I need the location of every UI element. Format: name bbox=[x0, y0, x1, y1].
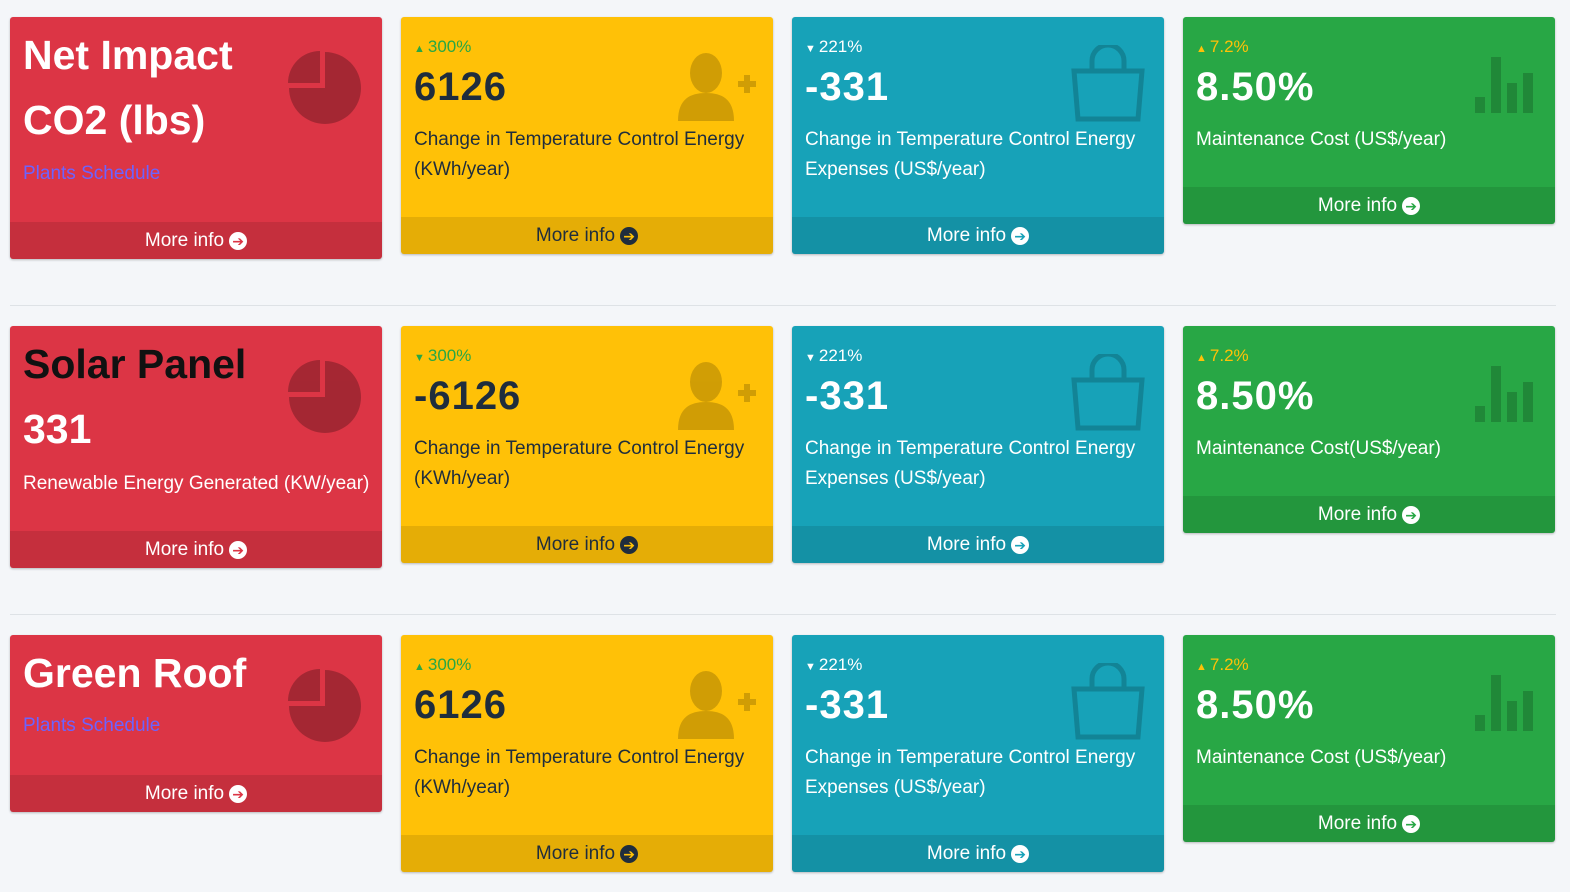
more-info-link[interactable]: More info ➔ bbox=[401, 217, 773, 254]
card-value: 8.50% bbox=[1196, 374, 1315, 418]
bar-chart-icon bbox=[1475, 675, 1533, 731]
percent-change: ▼ 221% bbox=[805, 346, 863, 365]
arrow-circle-right-icon: ➔ bbox=[620, 535, 639, 554]
caret-up-icon: ▲ bbox=[1196, 43, 1207, 55]
card-value: 6126 bbox=[414, 683, 507, 727]
caret-down-icon: ▼ bbox=[805, 352, 816, 364]
card-value: -331 bbox=[805, 65, 890, 109]
card-title: Net Impact bbox=[23, 32, 233, 78]
maintenance-cost-card: ▲ 7.2% 8.50% Maintenance Cost (US$/year) … bbox=[1183, 635, 1555, 842]
more-info-link[interactable]: More info ➔ bbox=[792, 217, 1164, 254]
percent-change: ▼ 221% bbox=[805, 655, 863, 674]
card-label: Change in Temperature Control Energy (KW… bbox=[414, 129, 745, 180]
energy-change-card: ▼ 300% -6126 Change in Temperature Contro… bbox=[401, 326, 773, 563]
more-info-link[interactable]: More info ➔ bbox=[401, 526, 773, 563]
user-plus-icon bbox=[678, 362, 756, 430]
arrow-circle-right-icon: ➔ bbox=[1011, 535, 1030, 554]
card-title: Solar Panel bbox=[23, 341, 247, 387]
caret-down-icon: ▼ bbox=[805, 661, 816, 673]
percent-change: ▲ 7.2% bbox=[1196, 346, 1249, 365]
card-label: Maintenance Cost (US$/year) bbox=[1196, 129, 1447, 150]
percent-change: ▲ 7.2% bbox=[1196, 655, 1249, 674]
caret-down-icon: ▼ bbox=[414, 352, 425, 364]
maintenance-cost-card: ▲ 7.2% 8.50% Maintenance Cost (US$/year) … bbox=[1183, 17, 1555, 224]
pie-chart-icon bbox=[288, 360, 361, 433]
card-label: Change in Temperature Control Energy Exp… bbox=[805, 129, 1136, 180]
bar-chart-icon bbox=[1475, 366, 1533, 422]
shopping-bag-icon bbox=[1071, 45, 1145, 122]
bar-chart-icon bbox=[1475, 57, 1533, 113]
energy-expense-card: ▼ 221% -331 Change in Temperature Control… bbox=[792, 635, 1164, 872]
energy-change-card: ▲ 300% 6126 Change in Temperature Control… bbox=[401, 17, 773, 254]
card-value: 6126 bbox=[414, 65, 507, 109]
arrow-circle-right-icon: ➔ bbox=[229, 231, 248, 250]
card-subtitle: CO2 (lbs) bbox=[23, 97, 206, 143]
plants-schedule-link[interactable]: Plants Schedule bbox=[23, 715, 160, 737]
card-value: -331 bbox=[805, 683, 890, 727]
arrow-circle-right-icon: ➔ bbox=[1402, 814, 1421, 833]
card-value: 331 bbox=[23, 406, 92, 452]
more-info-link[interactable]: More info ➔ bbox=[1183, 805, 1555, 842]
more-info-link[interactable]: More info ➔ bbox=[10, 775, 382, 812]
arrow-circle-right-icon: ➔ bbox=[1011, 226, 1030, 245]
card-label: Change in Temperature Control Energy (KW… bbox=[414, 438, 745, 489]
card-label: Change in Temperature Control Energy Exp… bbox=[805, 747, 1136, 798]
arrow-circle-right-icon: ➔ bbox=[229, 540, 248, 559]
card-label: Maintenance Cost(US$/year) bbox=[1196, 438, 1441, 459]
more-info-link[interactable]: More info ➔ bbox=[1183, 187, 1555, 224]
more-info-link[interactable]: More info ➔ bbox=[792, 835, 1164, 872]
more-info-link[interactable]: More info ➔ bbox=[401, 835, 773, 872]
caret-up-icon: ▲ bbox=[414, 661, 425, 673]
card-value: -331 bbox=[805, 374, 890, 418]
arrow-circle-right-icon: ➔ bbox=[229, 784, 248, 803]
percent-change: ▲ 300% bbox=[414, 655, 472, 674]
energy-expense-card: ▼ 221% -331 Change in Temperature Control… bbox=[792, 17, 1164, 254]
user-plus-icon bbox=[678, 671, 756, 739]
card-label: Maintenance Cost (US$/year) bbox=[1196, 747, 1447, 768]
row-separator bbox=[10, 614, 1556, 615]
more-info-link[interactable]: More info ➔ bbox=[1183, 496, 1555, 533]
maintenance-cost-card: ▲ 7.2% 8.50% Maintenance Cost(US$/year) M… bbox=[1183, 326, 1555, 533]
shopping-bag-icon bbox=[1071, 663, 1145, 740]
shopping-bag-icon bbox=[1071, 354, 1145, 431]
pie-chart-icon bbox=[288, 669, 361, 742]
card-label: Change in Temperature Control Energy (KW… bbox=[414, 747, 745, 798]
card-value: 8.50% bbox=[1196, 683, 1315, 727]
net-impact-card: Net Impact CO2 (lbs) Plants Schedule Mor… bbox=[10, 17, 382, 259]
arrow-circle-right-icon: ➔ bbox=[620, 226, 639, 245]
percent-change: ▲ 300% bbox=[414, 37, 472, 56]
more-info-link[interactable]: More info ➔ bbox=[10, 222, 382, 259]
arrow-circle-right-icon: ➔ bbox=[1011, 844, 1030, 863]
card-value: -6126 bbox=[414, 374, 522, 418]
energy-change-card: ▲ 300% 6126 Change in Temperature Control… bbox=[401, 635, 773, 872]
arrow-circle-right-icon: ➔ bbox=[620, 844, 639, 863]
solar-panel-card: Solar Panel 331 Renewable Energy Generat… bbox=[10, 326, 382, 568]
percent-change: ▼ 300% bbox=[414, 346, 472, 365]
more-info-link[interactable]: More info ➔ bbox=[10, 531, 382, 568]
card-label: Change in Temperature Control Energy Exp… bbox=[805, 438, 1136, 489]
caret-down-icon: ▼ bbox=[805, 43, 816, 55]
caret-up-icon: ▲ bbox=[1196, 661, 1207, 673]
caret-up-icon: ▲ bbox=[1196, 352, 1207, 364]
card-title: Green Roof bbox=[23, 650, 247, 696]
percent-change: ▼ 221% bbox=[805, 37, 863, 56]
user-plus-icon bbox=[678, 53, 756, 121]
row-separator bbox=[10, 305, 1556, 306]
caret-up-icon: ▲ bbox=[414, 43, 425, 55]
arrow-circle-right-icon: ➔ bbox=[1402, 196, 1421, 215]
green-roof-card: Green Roof Plants Schedule More info ➔ bbox=[10, 635, 382, 812]
percent-change: ▲ 7.2% bbox=[1196, 37, 1249, 56]
energy-expense-card: ▼ 221% -331 Change in Temperature Control… bbox=[792, 326, 1164, 563]
more-info-link[interactable]: More info ➔ bbox=[792, 526, 1164, 563]
card-label: Renewable Energy Generated (KW/year) bbox=[23, 473, 370, 494]
plants-schedule-link[interactable]: Plants Schedule bbox=[23, 163, 160, 185]
pie-chart-icon bbox=[288, 51, 361, 124]
arrow-circle-right-icon: ➔ bbox=[1402, 505, 1421, 524]
card-value: 8.50% bbox=[1196, 65, 1315, 109]
